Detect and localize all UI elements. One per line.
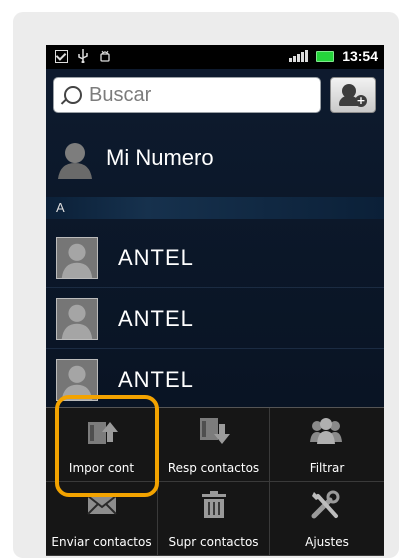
menu-backup-contacts[interactable]: Resp contactos (158, 408, 270, 482)
search-input[interactable]: Buscar (53, 77, 321, 113)
search-icon (64, 86, 82, 104)
status-time: 13:54 (342, 48, 378, 64)
settings-tools-icon (311, 490, 340, 519)
my-number-row[interactable]: Mi Numero (46, 129, 384, 187)
delete-contacts-icon (202, 491, 226, 518)
battery-icon (316, 50, 335, 62)
menu-label: Supr contactos (168, 535, 259, 549)
search-placeholder: Buscar (89, 83, 152, 106)
search-row: Buscar + (46, 69, 384, 127)
menu-filter[interactable]: Filtrar (270, 408, 384, 482)
contact-avatar-icon (56, 298, 98, 340)
contact-name: ANTEL (118, 367, 194, 392)
android-debug-icon (98, 49, 112, 63)
contact-name: ANTEL (118, 306, 194, 331)
section-header: A (46, 197, 384, 219)
check-notification-icon (54, 49, 68, 63)
add-contact-button[interactable]: + (330, 77, 376, 113)
status-bar: 13:54 (46, 45, 384, 69)
menu-label: Filtrar (309, 461, 345, 475)
menu-settings[interactable]: Ajustes (270, 482, 384, 556)
backup-contacts-icon (200, 418, 230, 444)
contact-name: ANTEL (118, 245, 194, 270)
contact-row[interactable]: ANTEL (46, 288, 384, 349)
filter-people-icon (310, 418, 342, 444)
menu-label: Resp contactos (167, 461, 260, 475)
section-letter: A (56, 200, 65, 215)
contact-avatar-icon (56, 237, 98, 279)
menu-label: Ajustes (305, 535, 349, 549)
contact-row[interactable]: ANTEL (46, 227, 384, 288)
signal-strength-icon (289, 50, 309, 62)
usb-icon (76, 49, 90, 63)
menu-delete-contacts[interactable]: Supr contactos (158, 482, 270, 556)
my-number-label: Mi Numero (106, 145, 214, 170)
highlight-annotation (55, 395, 159, 497)
menu-label: Enviar contactos (51, 535, 152, 549)
profile-avatar-icon (58, 143, 92, 179)
